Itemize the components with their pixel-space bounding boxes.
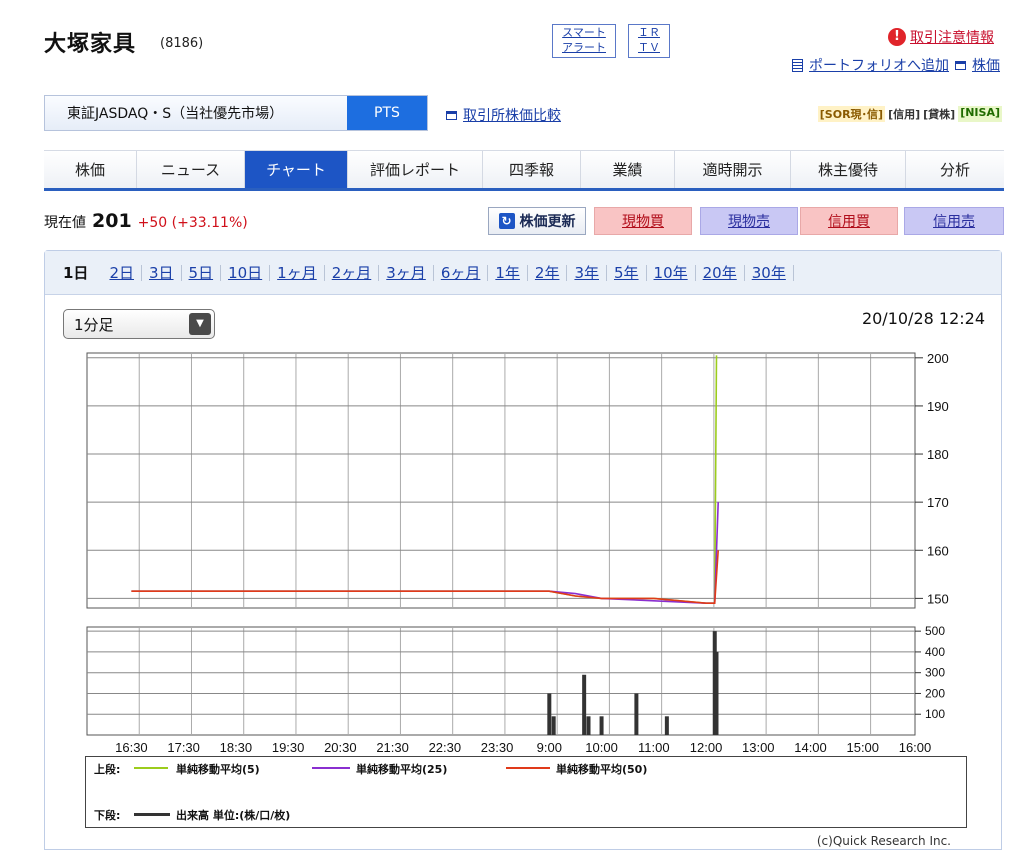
add-portfolio-link[interactable]: ポートフォリオへ追加 [809,55,949,75]
x-tick-label: 19:30 [272,740,305,755]
copyright: (c)Quick Research Inc. [816,834,951,848]
volume-tick-label: 300 [925,666,945,680]
alert-icon: ! [888,28,906,46]
company-name: 大塚家具 [44,32,137,57]
portfolio-links: ポートフォリオへ追加 株価 [792,55,1000,75]
volume-panel [86,626,916,736]
cash-sell-button[interactable]: 現物売 [700,207,798,235]
tab-disclosure[interactable]: 適時開示 [675,151,791,188]
chart-panel: 1日 2日 3日 5日 10日 1ヶ月 2ヶ月 3ヶ月 6ヶ月 1年 2年 3年 5年 10年 20年 30年… [44,250,1002,850]
volume-bar [634,693,639,735]
market-selector: 東証JASDAQ・S（当社優先市場） PTS [44,95,428,131]
price-label: 現在値 [44,215,86,231]
tab-analysis[interactable]: 分析 [906,151,1004,188]
current-price: 現在値 201 +50 (+33.11%) [44,210,248,232]
x-tick-label: 23:30 [481,740,514,755]
smart-alert-button[interactable]: スマート アラート [552,24,616,58]
window-icon [955,60,966,70]
tab-chart[interactable]: チャート [245,151,348,188]
price-change: +50 (+33.11%) [137,215,248,231]
market-tab-pts[interactable]: PTS [347,96,427,130]
legend-ma5-swatch [134,767,168,769]
tab-news[interactable]: ニュース [137,151,245,188]
x-tick-label: 16:30 [115,740,148,755]
price-tick-label: 190 [927,399,949,414]
price-panel [86,352,916,609]
exchange-compare-link[interactable]: 取引所株価比較 [463,105,561,125]
stock-code: (8186) [160,36,204,51]
badge-sor: [SOR現･信] [817,106,886,122]
ir-tv-button[interactable]: ＩＲ ＴＶ [628,24,670,58]
volume-tick-label: 500 [925,624,945,638]
badge-nisa: [NISA] [958,106,1002,122]
x-tick-label: 21:30 [376,740,409,755]
x-tick-label: 10:00 [585,740,618,755]
refresh-label: 株価更新 [519,214,576,230]
margin-buy-button[interactable]: 信用買 [800,207,898,235]
chart-svg: 150 160 170 180 190 200 100 200 300 400 500 16:30 17… [86,351,949,755]
price-tick-label: 170 [927,495,949,510]
x-tick-label: 11:00 [638,740,670,755]
volume-bar [599,716,604,735]
price-value: 201 [92,210,132,232]
cash-buy-button[interactable]: 現物買 [594,207,692,235]
window-icon [446,110,457,120]
x-tick-label: 17:30 [167,740,200,755]
tab-stock-price[interactable]: 株価 [44,151,137,188]
legend-ma5-label: 単純移動平均(5) [176,763,260,776]
refresh-price-button[interactable]: ↻ 株価更新 [488,207,586,235]
badge-lending: [貸株] [923,108,956,121]
attention-info[interactable]: ! 取引注意情報 [888,27,994,47]
legend-lower-label: 下段: [94,809,121,822]
stock-price-link[interactable]: 株価 [972,55,1000,75]
tab-shikiho[interactable]: 四季報 [483,151,581,188]
legend-ma25-label: 単純移動平均(25) [356,763,448,776]
x-tick-label: 15:00 [846,740,879,755]
exchange-compare[interactable]: 取引所株価比較 [446,105,561,125]
legend-ma50-swatch [506,767,550,769]
x-tick-label: 18:30 [220,740,253,755]
market-tab-primary[interactable]: 東証JASDAQ・S（当社優先市場） [45,96,347,130]
volume-bar [664,716,669,735]
legend-volume-label: 出来高 単位:(株/口/枚) [176,809,291,822]
chart-legend: 上段: 単純移動平均(5) 単純移動平均(25) 単純移動平均(50) 下段: … [85,756,967,828]
legend-ma25-swatch [312,767,350,769]
x-tick-label: 13:00 [742,740,775,755]
tab-shareholder-benefits[interactable]: 株主優待 [791,151,906,188]
tab-rating-report[interactable]: 評価レポート [348,151,483,188]
trade-badges: [SOR現･信] [信用] [貸株] [NISA] [817,106,1002,122]
price-tick-label: 150 [927,591,949,606]
tab-performance[interactable]: 業績 [581,151,675,188]
legend-upper-label: 上段: [94,763,121,776]
volume-bar [551,716,556,735]
volume-tick-label: 400 [925,645,945,659]
x-tick-label: 9:00 [537,740,562,755]
ir-line1: ＩＲ [638,26,660,39]
volume-tick-label: 200 [925,686,945,700]
x-tick-label: 20:30 [324,740,357,755]
legend-ma50-label: 単純移動平均(50) [556,763,648,776]
legend-volume-swatch [134,813,170,816]
x-tick-label: 14:00 [794,740,827,755]
x-tick-label: 16:00 [899,740,932,755]
refresh-icon: ↻ [498,213,515,229]
price-tick-label: 160 [927,543,949,558]
margin-sell-button[interactable]: 信用売 [904,207,1004,235]
attention-link[interactable]: 取引注意情報 [910,27,994,47]
document-icon [792,58,803,72]
x-tick-label: 12:00 [690,740,723,755]
volume-bar [714,651,719,735]
main-nav: 株価 ニュース チャート 評価レポート 四季報 業績 適時開示 株主優待 分析 [44,150,1004,191]
price-tick-label: 200 [927,351,949,366]
price-tick-label: 180 [927,447,949,462]
ir-line2: ＴＶ [638,41,660,54]
volume-bar [547,693,552,735]
badge-margin: [信用] [888,108,921,121]
smart-alert-line1: スマート [562,26,606,39]
x-tick-label: 22:30 [429,740,462,755]
volume-bar [586,716,591,735]
volume-bar [582,674,587,735]
volume-tick-label: 100 [925,707,945,721]
smart-alert-line2: アラート [562,41,606,54]
